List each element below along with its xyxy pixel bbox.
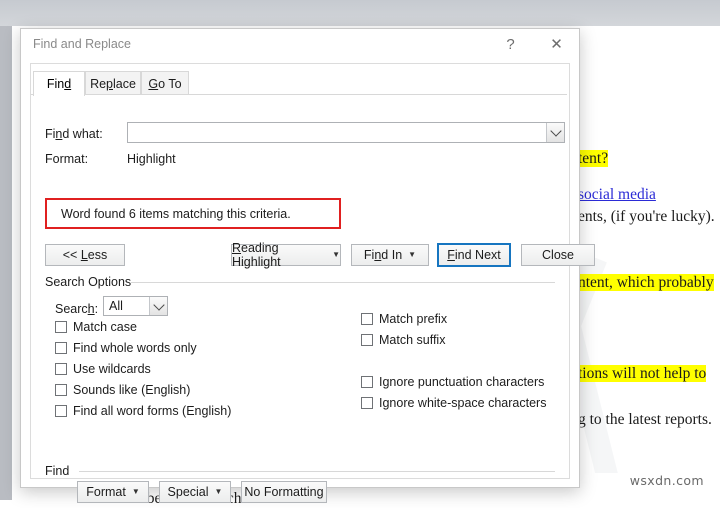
search-scope-value: All: [109, 299, 123, 313]
document-line: ents, (if you're lucky).: [578, 208, 715, 226]
checkbox-label: Use wildcards: [73, 362, 151, 376]
document-text: ntent, which probably: [578, 274, 714, 291]
help-icon[interactable]: ?: [488, 29, 533, 59]
checkbox-box[interactable]: [361, 313, 373, 325]
chevron-down-icon: ▼: [332, 250, 340, 259]
checkbox-box[interactable]: [55, 321, 67, 333]
checkbox-ignore-punctuation-characters[interactable]: Ignore punctuation characters: [361, 375, 544, 389]
checkbox-match-suffix[interactable]: Match suffix: [361, 333, 445, 347]
tab-find[interactable]: Find: [33, 71, 85, 96]
document-line: tent?: [578, 150, 609, 168]
close-button[interactable]: Close: [521, 244, 595, 266]
button-label: No Formatting: [244, 485, 324, 499]
document-line: tions will not help to: [578, 365, 707, 383]
button-label: << Less: [62, 248, 108, 262]
document-text: g to the latest reports.: [578, 411, 712, 428]
tab-go-to[interactable]: Go To: [141, 71, 189, 95]
dialog-title-bar: Find and Replace ? ✕: [21, 29, 579, 63]
word-left-gutter: [0, 26, 12, 500]
format-value: Highlight: [127, 152, 176, 166]
close-icon[interactable]: ✕: [534, 29, 579, 59]
find-group-label: Find: [45, 464, 76, 478]
tab-label: Replace: [90, 76, 136, 91]
checkbox-label: Sounds like (English): [73, 383, 191, 397]
document-text: tent?: [578, 150, 609, 167]
dialog-panel: Find Replace Go To Find what: Format: High…: [30, 63, 595, 503]
checkbox-box[interactable]: [55, 342, 67, 354]
tab-label: Go To: [148, 76, 182, 91]
checkbox-box[interactable]: [361, 334, 373, 346]
checkbox-label: Ignore punctuation characters: [379, 375, 545, 389]
checkbox-label: Match suffix: [379, 333, 446, 347]
tab-label: Find: [46, 77, 72, 91]
document-text: ents, (if you're lucky).: [578, 208, 715, 225]
checkbox-box[interactable]: [361, 376, 373, 388]
checkbox-ignore-white-space-characters[interactable]: Ignore white-space characters: [361, 396, 546, 410]
status-message-text: Word found 6 items matching this criteri…: [61, 206, 291, 221]
word-ribbon-strip: [0, 0, 720, 26]
checkbox-find-whole-words-only[interactable]: Find whole words only: [55, 341, 197, 355]
checkbox-label: Ignore white-space characters: [379, 396, 547, 410]
search-scope-combo[interactable]: All: [103, 296, 168, 316]
checkbox-label: Match case: [73, 320, 137, 334]
search-options-group-label: Search Options: [45, 275, 138, 289]
checkbox-use-wildcards[interactable]: Use wildcards: [55, 362, 151, 376]
document-line: g to the latest reports.: [578, 411, 712, 429]
search-options-rule: [131, 282, 555, 283]
tab-separator: [31, 94, 567, 95]
checkbox-box[interactable]: [55, 405, 67, 417]
find-in-button[interactable]: Find In ▼: [351, 244, 429, 266]
checkbox-box[interactable]: [361, 397, 373, 409]
chevron-down-icon: [549, 125, 562, 137]
find-group-rule: [79, 471, 555, 472]
chevron-down-icon: ▼: [214, 487, 223, 496]
button-label: Reading Highlight: [232, 241, 281, 269]
site-watermark: wsxdn.com: [629, 473, 704, 488]
button-label: Close: [542, 248, 574, 262]
checkbox-match-case[interactable]: Match case: [55, 320, 137, 334]
tab-replace[interactable]: Replace: [85, 71, 141, 95]
find-what-combo[interactable]: [127, 122, 565, 143]
find-what-label: Find what:: [45, 127, 103, 141]
find-what-dropdown-button[interactable]: [546, 123, 564, 142]
button-label: Special: [167, 485, 209, 499]
dialog-title: Find and Replace: [33, 37, 131, 51]
chevron-down-icon: [152, 298, 165, 311]
checkbox-box[interactable]: [55, 384, 67, 396]
status-message-box: Word found 6 items matching this criteri…: [45, 198, 341, 229]
reading-highlight-button[interactable]: Reading Highlight ▼: [231, 241, 341, 269]
find-and-replace-dialog: Find and Replace ? ✕ Find Replace Go To Fi…: [20, 28, 595, 503]
search-scope-label: Search:: [55, 302, 99, 316]
search-scope-dropdown-button[interactable]: [149, 297, 167, 315]
checkbox-match-prefix[interactable]: Match prefix: [361, 312, 447, 326]
chevron-down-icon: ▼: [408, 250, 417, 259]
document-hyperlink[interactable]: social media: [578, 186, 656, 203]
dialog-tabs: Find Replace Go To: [31, 71, 567, 96]
checkbox-box[interactable]: [55, 363, 67, 375]
checkbox-label: Find all word forms (English): [73, 404, 232, 418]
checkbox-label: Find whole words only: [73, 341, 197, 355]
button-label: Format: [86, 485, 126, 499]
document-line: ntent, which probably: [578, 274, 714, 292]
checkbox-sounds-like-english[interactable]: Sounds like (English): [55, 383, 190, 397]
button-label: Find Next: [447, 248, 501, 262]
checkbox-label: Match prefix: [379, 312, 448, 326]
document-line: social media: [578, 186, 656, 204]
checkbox-find-all-word-forms-english[interactable]: Find all word forms (English): [55, 404, 231, 418]
chevron-down-icon: ▼: [131, 487, 140, 496]
document-text: tions will not help to: [578, 365, 707, 382]
button-label: Find In: [363, 248, 403, 262]
less-button[interactable]: << Less: [45, 244, 125, 266]
format-label: Format:: [45, 152, 89, 166]
find-next-button[interactable]: Find Next: [437, 243, 511, 267]
